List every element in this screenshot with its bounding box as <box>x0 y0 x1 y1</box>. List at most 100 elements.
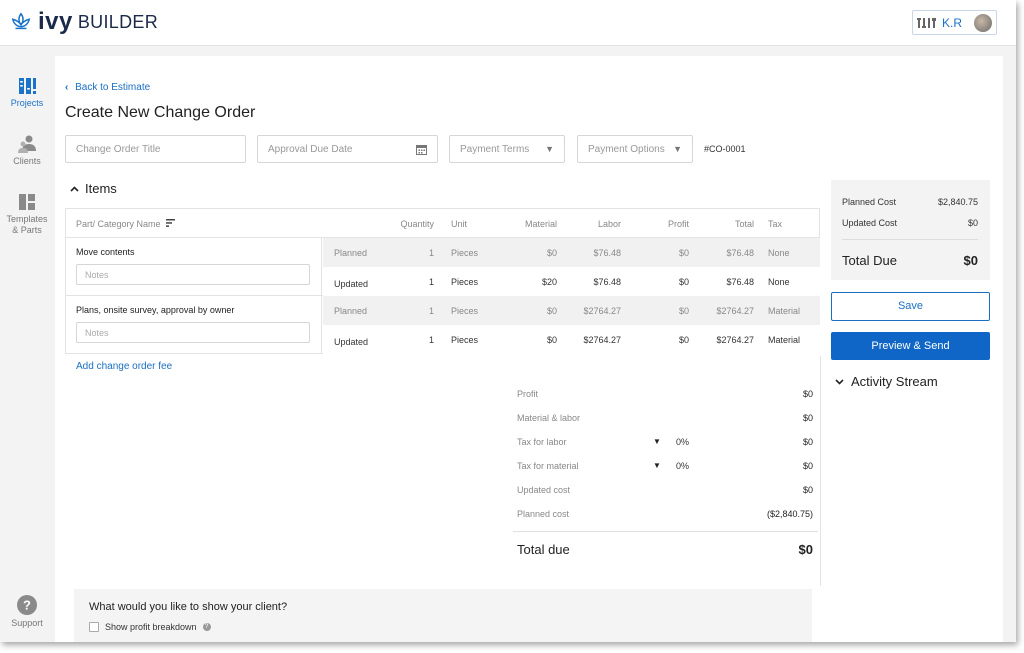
unit-value[interactable]: Pieces <box>451 277 478 287</box>
sidebar-item-label: Projects <box>10 98 44 108</box>
summary-row-planned-cost: Planned cost ($2,840.75) <box>517 509 813 527</box>
material-value[interactable]: $20 <box>506 277 557 287</box>
labor-value[interactable]: $2764.27 <box>571 335 621 345</box>
profit-value[interactable]: $0 <box>641 335 689 345</box>
help-icon: ? <box>17 595 37 615</box>
column-header-unit: Unit <box>451 219 468 229</box>
table-row-updated[interactable]: Updated 1 Pieces $20 $76.48 $0 $76.48 No… <box>323 267 820 296</box>
profit-breakdown-checkbox[interactable] <box>89 622 99 632</box>
summary-value: $0 <box>802 461 813 471</box>
tax-value: Material <box>768 306 801 316</box>
summary-value: ($2,840.75) <box>766 509 813 519</box>
chevron-down-icon <box>835 378 844 385</box>
sidebar-item-templates[interactable]: Templates & Parts <box>0 192 54 236</box>
total-due-value: $0 <box>798 542 813 557</box>
logo-text-builder: BUILDER <box>77 12 158 32</box>
unit-value[interactable]: Pieces <box>451 335 478 345</box>
tax-value[interactable]: Material <box>768 335 800 345</box>
sidebar-item-clients[interactable]: Clients <box>0 134 54 166</box>
tools-icon <box>917 17 936 28</box>
notes-input[interactable]: Notes <box>76 322 310 343</box>
column-header-quantity: Quantity <box>400 219 434 229</box>
top-bar: ivy BUILDER K.R <box>0 0 1016 46</box>
unit-value: Pieces <box>451 248 479 258</box>
save-button[interactable]: Save <box>831 292 990 321</box>
total-due-label: Total due <box>517 542 570 557</box>
lotus-logo-icon <box>11 12 31 30</box>
sidebar-item-support[interactable]: ? Support <box>0 594 54 628</box>
row-type: Planned <box>334 306 368 316</box>
updated-cost-label: Updated Cost <box>842 218 898 228</box>
payment-terms-placeholder: Payment Terms <box>460 143 530 155</box>
row-type: Updated <box>334 279 369 289</box>
sidebar-item-label: Support <box>11 618 43 628</box>
row-type: Updated <box>334 337 369 347</box>
app-window: ivy BUILDER K.R Projects Clients Templat… <box>0 0 1016 642</box>
clients-icon <box>18 135 36 153</box>
templates-icon <box>19 194 35 210</box>
notes-input[interactable]: Notes <box>76 264 310 285</box>
preview-send-button[interactable]: Preview & Send <box>831 332 990 360</box>
column-header-name[interactable]: Part/ Category Name <box>76 219 176 229</box>
show-profit-breakdown-option[interactable]: Show profit breakdown ? <box>89 622 211 632</box>
table-row-planned: Planned 1 Pieces $0 $76.48 $0 $76.48 Non… <box>323 238 820 267</box>
info-icon[interactable]: ? <box>202 623 211 631</box>
change-order-number: #CO-0001 <box>704 144 746 154</box>
client-visibility-panel: What would you like to show your client?… <box>74 589 812 642</box>
user-menu[interactable]: K.R <box>912 10 997 35</box>
item-name-cell: Move contents Notes <box>66 238 322 296</box>
quantity-value[interactable]: 1 <box>386 335 434 345</box>
payment-terms-select[interactable]: Payment Terms ▼ <box>449 135 565 163</box>
item-name: Plans, onsite survey, approval by owner <box>76 305 235 315</box>
payment-options-select[interactable]: Payment Options ▼ <box>577 135 693 163</box>
summary-label: Tax for labor <box>517 437 567 447</box>
tax-labor-percent[interactable]: 0% <box>676 437 689 447</box>
sidebar-item-projects[interactable]: Projects <box>0 76 54 108</box>
add-change-order-fee-link[interactable]: Add change order fee <box>76 361 172 372</box>
total-value: $2764.27 <box>716 306 754 316</box>
summary-row-tax-labor: Tax for labor ▼ 0% $0 <box>517 437 813 455</box>
profit-value[interactable]: $0 <box>641 277 689 287</box>
total-due-row: Total Due $0 <box>842 253 978 268</box>
material-value: $0 <box>546 248 557 258</box>
cost-total-label: Total Due <box>842 253 897 268</box>
cost-divider <box>842 239 978 240</box>
back-to-estimate-link[interactable]: ‹ Back to Estimate <box>65 82 150 93</box>
table-row-updated[interactable]: Updated 1 Pieces $0 $2764.27 $0 $2764.27… <box>323 325 820 354</box>
change-order-title-input[interactable]: Change Order Title <box>65 135 246 163</box>
labor-value[interactable]: $76.48 <box>571 277 621 287</box>
planned-cost-label: Planned Cost <box>842 197 897 207</box>
sidebar: Projects Clients Templates & Parts ? Sup… <box>0 46 54 642</box>
chevron-left-icon: ‹ <box>65 82 69 93</box>
summary-label: Material & labor <box>517 413 581 423</box>
activity-stream-toggle[interactable]: Activity Stream <box>835 374 938 389</box>
summary-value: $0 <box>802 437 813 447</box>
table-header-row: Part/ Category Name Quantity Unit Materi… <box>66 209 819 238</box>
page-title: Create New Change Order <box>65 104 256 121</box>
column-header-total: Total <box>734 219 754 229</box>
summary-value: $0 <box>802 485 813 495</box>
approval-due-date-input[interactable]: Approval Due Date <box>257 135 438 163</box>
summary-value: $0 <box>802 413 813 423</box>
items-section-toggle[interactable]: Items <box>70 181 117 196</box>
item-name-cell: Plans, onsite survey, approval by owner … <box>66 296 322 354</box>
profit-breakdown-label: Show profit breakdown <box>105 622 197 632</box>
column-header-material: Material <box>524 219 557 229</box>
tax-material-percent[interactable]: 0% <box>676 461 689 471</box>
planned-cost-value: $2,840.75 <box>937 197 978 207</box>
caret-down-icon[interactable]: ▼ <box>653 461 661 470</box>
caret-down-icon[interactable]: ▼ <box>653 437 661 446</box>
logo-text-ivy: ivy <box>38 8 73 35</box>
material-value[interactable]: $0 <box>506 335 557 345</box>
total-value: $76.48 <box>726 248 754 258</box>
quantity-value[interactable]: 1 <box>386 277 434 287</box>
quantity-value: 1 <box>428 306 434 316</box>
summary-row-profit: Profit $0 <box>517 389 813 407</box>
chevron-up-icon <box>70 185 79 192</box>
avatar[interactable] <box>974 13 992 32</box>
caret-down-icon: ▼ <box>673 144 682 154</box>
svg-text:?: ? <box>23 598 31 613</box>
tax-value[interactable]: None <box>768 277 790 287</box>
ivy-logo[interactable]: ivy BUILDER <box>10 10 158 34</box>
tax-value: None <box>768 248 790 258</box>
